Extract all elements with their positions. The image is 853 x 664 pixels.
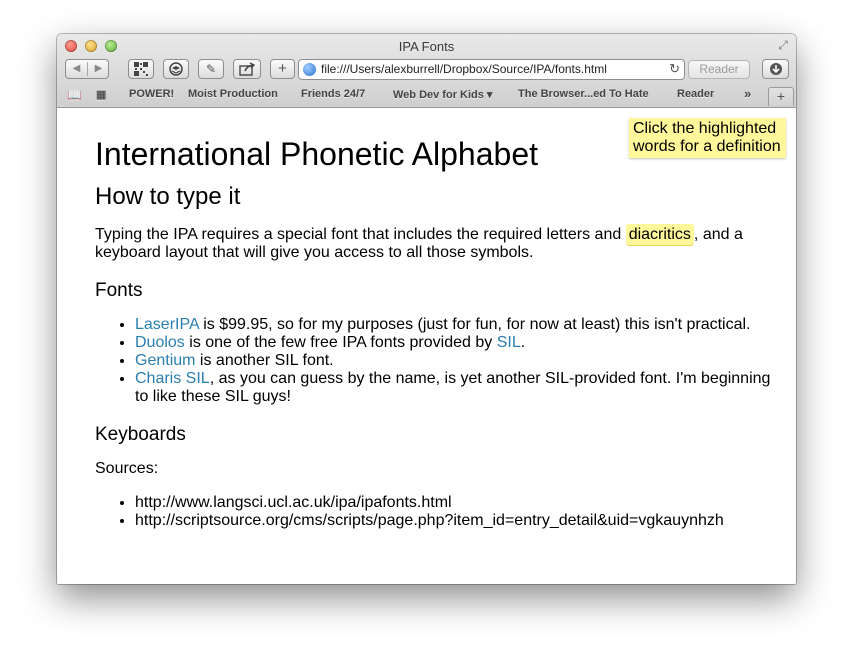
reading-list-icon[interactable]: 📖 <box>67 88 82 102</box>
intro-text-start: Typing the IPA requires a special font t… <box>95 226 626 243</box>
link-duolos[interactable]: Duolos <box>135 334 185 351</box>
sources-list: http://www.langsci.ucl.ac.uk/ipa/ipafont… <box>95 494 775 530</box>
list-item-text: , as you can guess by the name, is yet a… <box>135 370 771 405</box>
list-item: http://www.langsci.ucl.ac.uk/ipa/ipafont… <box>135 494 775 512</box>
keyboards-heading: Keyboards <box>95 424 186 445</box>
extension-button[interactable] <box>163 59 189 79</box>
forward-arrow-icon[interactable]: ▶ <box>88 60 109 78</box>
sources-label: Sources: <box>95 460 159 477</box>
list-item: Duolos is one of the few free IPA fonts … <box>135 334 775 352</box>
list-item: Gentium is another SIL font. <box>135 352 775 370</box>
link-laseripa[interactable]: LaserIPA <box>135 316 199 333</box>
new-tab-button[interactable]: + <box>768 87 794 106</box>
add-bookmark-button[interactable]: + <box>270 59 295 79</box>
address-bar[interactable]: file:///Users/alexburrell/Dropbox/Source… <box>298 59 685 80</box>
fullscreen-icon[interactable]: ⤢ <box>776 38 790 52</box>
plus-icon: + <box>278 60 287 77</box>
bookmark-item-friends[interactable]: Friends 24/7 <box>301 88 365 100</box>
browser-chrome: IPA Fonts ⤢ ◀ ▶ ✎ + file:///Users/alexbu… <box>57 34 796 108</box>
download-icon <box>769 63 782 75</box>
fonts-list: LaserIPA is $99.95, so for my purposes (… <box>95 316 775 406</box>
link-sil[interactable]: SIL <box>497 334 521 351</box>
reader-button[interactable]: Reader <box>688 60 750 79</box>
bookmark-item-moist-production[interactable]: Moist Production <box>188 88 278 100</box>
url-text[interactable]: file:///Users/alexburrell/Dropbox/Source… <box>321 62 607 76</box>
bookmark-item-browser[interactable]: The Browser...ed To Hate <box>518 88 649 100</box>
definition-hint: Click the highlighted words for a defini… <box>629 118 786 158</box>
page-subtitle: How to type it <box>95 183 241 210</box>
qr-code-icon <box>134 62 148 76</box>
list-item: LaserIPA is $99.95, so for my purposes (… <box>135 316 775 334</box>
reload-icon[interactable]: ↻ <box>669 61 680 77</box>
list-item-text: is another SIL font. <box>195 352 334 369</box>
globe-icon <box>303 63 316 76</box>
bookmark-item-reader[interactable]: Reader <box>677 88 714 100</box>
list-item-text: is one of the few free IPA fonts provide… <box>184 334 497 351</box>
layers-icon <box>169 62 183 76</box>
list-item: http://scriptsource.org/cms/scripts/page… <box>135 512 775 530</box>
window-title: IPA Fonts <box>398 39 455 54</box>
qr-code-button[interactable] <box>128 59 154 79</box>
list-item: Charis SIL, as you can guess by the name… <box>135 370 775 406</box>
browser-window: IPA Fonts ⤢ ◀ ▶ ✎ + file:///Users/alexbu… <box>57 34 796 584</box>
bookmark-item-power[interactable]: POWER! <box>129 88 174 100</box>
list-item-text: is $99.95, so for my purposes (just for … <box>198 316 751 333</box>
tools-button[interactable]: ✎ <box>198 59 224 79</box>
link-charis-sil[interactable]: Charis SIL <box>135 370 210 387</box>
downloads-button[interactable] <box>762 59 789 79</box>
list-item-text: . <box>520 334 526 351</box>
highlighted-word-diacritics[interactable]: diacritics <box>625 224 694 245</box>
page-title: International Phonetic Alphabet <box>95 136 538 172</box>
intro-paragraph: Typing the IPA requires a special font t… <box>95 224 775 262</box>
back-forward-control: ◀ ▶ <box>65 59 109 79</box>
page-content: Click the highlighted words for a defini… <box>57 108 796 584</box>
bookmarks-bar: 📖 ▦ POWER! Moist Production Friends 24/7… <box>57 85 796 105</box>
bookmark-item-web-dev-for-kids[interactable]: Web Dev for Kids ▾ <box>393 88 492 101</box>
share-icon <box>239 62 256 76</box>
more-bookmarks-icon[interactable]: » <box>744 86 751 101</box>
top-sites-icon[interactable]: ▦ <box>96 88 106 101</box>
share-button[interactable] <box>233 59 261 79</box>
back-arrow-icon[interactable]: ◀ <box>66 60 87 78</box>
wrench-icon: ✎ <box>205 62 217 76</box>
link-gentium[interactable]: Gentium <box>135 352 195 369</box>
fonts-heading: Fonts <box>95 280 143 301</box>
